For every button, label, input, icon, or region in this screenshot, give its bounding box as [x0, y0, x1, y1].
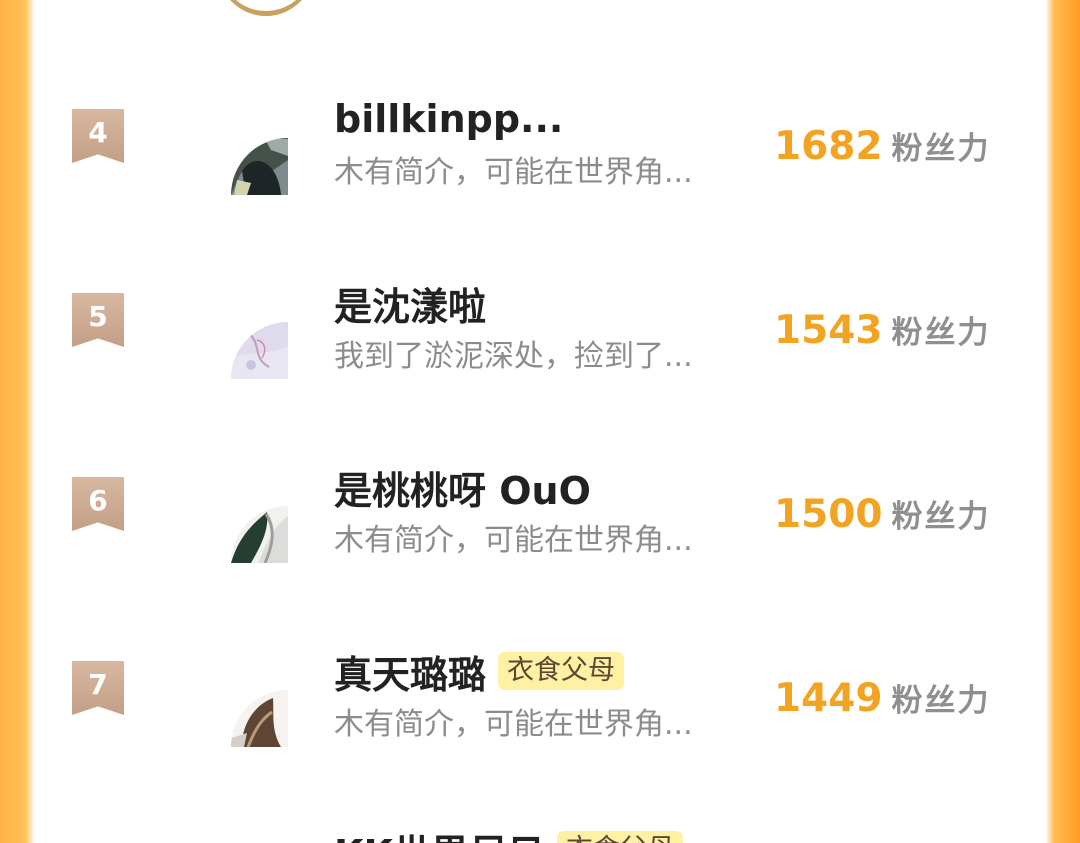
rank-number: 7	[88, 668, 108, 701]
ranking-row-7[interactable]: 7 真天璐璐 衣食父母 木有简介，可能在世界角... 1449 粉丝力	[34, 647, 1046, 797]
fan-power-score: 1543 粉丝力	[774, 307, 991, 353]
dark-figure-avatar-icon	[231, 138, 288, 195]
score-label: 粉丝力	[891, 131, 991, 167]
dark-leaf-avatar-icon	[231, 506, 288, 563]
ranking-row-5[interactable]: 5 是沈漾啦 我到了淤泥深处，捡到了... 1543 粉丝力	[34, 279, 1046, 429]
fan-power-score: 1449 粉丝力	[774, 675, 991, 721]
user-name-line: KK世界尽日 衣食父母	[334, 826, 683, 843]
top-avatar-frame-icon	[218, 0, 314, 16]
score-label: 粉丝力	[891, 683, 991, 719]
user-bio: 木有简介，可能在世界角...	[334, 155, 693, 190]
score-value: 1500	[774, 492, 883, 537]
user-name-line: 是桃桃呀 OuO	[334, 463, 591, 513]
user-name[interactable]: KK世界尽日	[334, 823, 545, 843]
user-name[interactable]: 真天璐璐	[334, 644, 486, 699]
score-label: 粉丝力	[891, 315, 991, 351]
score-value: 1543	[774, 308, 883, 353]
user-bio: 木有简介，可能在世界角...	[334, 523, 693, 558]
user-avatar-icon[interactable]	[231, 506, 288, 563]
user-bio: 木有简介，可能在世界角...	[334, 707, 693, 742]
rank-number: 4	[88, 116, 108, 149]
rank-badge-icon: 4	[72, 109, 124, 163]
user-name[interactable]: 是沈漾啦	[334, 276, 486, 331]
fan-power-score: 1500 粉丝力	[774, 491, 991, 537]
score-label: 粉丝力	[891, 499, 991, 535]
ranking-row-6[interactable]: 6 是桃桃呀 OuO 木有简介，可能在世界角... 1500 粉丝力	[34, 463, 1046, 613]
user-avatar-icon[interactable]	[231, 322, 288, 379]
supporter-tag: 衣食父母	[556, 831, 683, 843]
brown-hair-avatar-icon	[231, 690, 288, 747]
rank-badge-icon: 7	[72, 661, 124, 715]
pale-sketch-avatar-icon	[231, 322, 288, 379]
supporter-tag: 衣食父母	[498, 652, 625, 690]
score-value: 1449	[774, 676, 883, 721]
ranking-row-8-partial[interactable]: KK世界尽日 衣食父母	[34, 823, 1046, 843]
user-bio: 我到了淤泥深处，捡到了...	[334, 339, 693, 374]
user-avatar-icon[interactable]	[231, 690, 288, 747]
rank-number: 6	[88, 484, 108, 517]
rank-badge-icon: 6	[72, 477, 124, 531]
fan-power-score: 1682 粉丝力	[774, 123, 991, 169]
user-name-line: 真天璐璐 衣食父母	[334, 647, 625, 697]
user-avatar-icon[interactable]	[231, 138, 288, 195]
score-value: 1682	[774, 124, 883, 169]
user-name-line: 是沈漾啦	[334, 279, 486, 329]
user-name[interactable]: 是桃桃呀 OuO	[334, 460, 591, 515]
ranking-row-4[interactable]: 4 billkinpp... 木有简介，可能在世界角... 1682 粉丝力	[34, 95, 1046, 245]
user-name-line: billkinpp...	[334, 95, 563, 143]
rank-number: 5	[88, 300, 108, 333]
user-name[interactable]: billkinpp...	[334, 97, 563, 141]
fan-power-ranking-list: 4 billkinpp... 木有简介，可能在世界角... 1682 粉丝力 5	[34, 0, 1046, 843]
rank-badge-icon: 5	[72, 293, 124, 347]
